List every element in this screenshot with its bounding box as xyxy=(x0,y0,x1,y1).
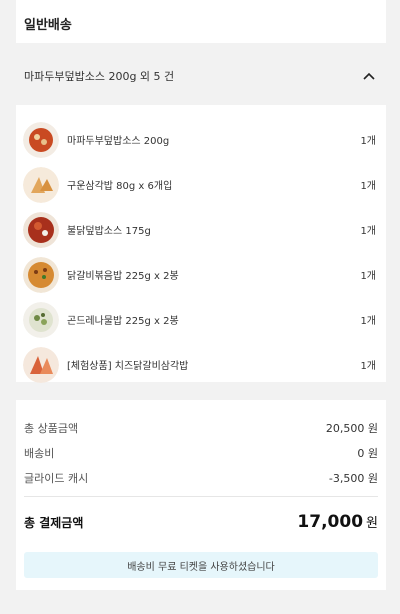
item-quantity: 1개 xyxy=(360,361,376,372)
item-name: 닭갈비볶음밥 225g x 2봉 xyxy=(67,271,179,282)
cash-discount-value: -3,500 원 xyxy=(328,472,378,485)
order-items-list: 마파두부덮밥소스 200g 1개 구운삼각밥 80g x 6개입 1개 불닭덮밥… xyxy=(16,105,386,383)
item-quantity: 1개 xyxy=(360,271,376,282)
product-thumbnail xyxy=(23,301,59,338)
item-quantity: 1개 xyxy=(360,226,376,237)
item-name: [체험상품] 치즈닭갈비삼각밥 xyxy=(67,361,189,372)
cash-discount-label: 글라이드 캐시 xyxy=(24,472,89,485)
product-total-row: 총 상품금액 20,500 원 xyxy=(24,420,378,436)
list-item: 마파두부덮밥소스 200g 1개 xyxy=(16,117,386,162)
grand-total-amount: 17,000 xyxy=(297,512,364,532)
divider xyxy=(24,496,378,497)
section-title: 일반배송 xyxy=(24,18,72,33)
payment-summary: 총 상품금액 20,500 원 배송비 0 원 글라이드 캐시 -3,500 원… xyxy=(16,400,386,590)
list-item: 구운삼각밥 80g x 6개입 1개 xyxy=(16,162,386,207)
order-summary-text: 마파두부덮밥소스 200g 외 5 건 xyxy=(24,70,175,83)
cash-discount-row: 글라이드 캐시 -3,500 원 xyxy=(24,470,378,486)
product-total-label: 총 상품금액 xyxy=(24,422,79,435)
item-name: 불닭덮밥소스 175g xyxy=(67,226,151,237)
grand-total-label: 총 결제금액 xyxy=(24,516,84,530)
order-summary-toggle[interactable]: 마파두부덮밥소스 200g 외 5 건 xyxy=(0,58,400,94)
item-name: 곤드레나물밥 225g x 2봉 xyxy=(67,316,179,327)
list-item: 불닭덮밥소스 175g 1개 xyxy=(16,207,386,252)
item-quantity: 1개 xyxy=(360,136,376,147)
grand-total-unit: 원 xyxy=(366,516,378,531)
item-quantity: 1개 xyxy=(360,181,376,192)
list-item: 닭갈비볶음밥 225g x 2봉 1개 xyxy=(16,252,386,297)
shipping-fee-label: 배송비 xyxy=(24,447,55,460)
shipping-fee-value: 0 원 xyxy=(357,447,378,460)
product-thumbnail xyxy=(23,121,59,158)
item-name: 마파두부덮밥소스 200g xyxy=(67,136,170,147)
section-header-card: 일반배송 xyxy=(16,0,386,43)
product-thumbnail xyxy=(23,211,59,248)
item-quantity: 1개 xyxy=(360,316,376,327)
list-item: [체험상품] 치즈닭갈비삼각밥 1개 xyxy=(16,342,386,387)
item-name: 구운삼각밥 80g x 6개입 xyxy=(67,181,173,192)
free-shipping-notice: 배송비 무료 티켓을 사용하셨습니다 xyxy=(24,552,378,578)
product-total-value: 20,500 원 xyxy=(325,422,378,435)
chevron-up-icon[interactable] xyxy=(362,69,376,83)
grand-total-row: 총 결제금액 17,000 원 xyxy=(24,512,378,532)
product-thumbnail xyxy=(23,256,59,293)
product-thumbnail xyxy=(23,166,59,203)
list-item: 곤드레나물밥 225g x 2봉 1개 xyxy=(16,297,386,342)
shipping-fee-row: 배송비 0 원 xyxy=(24,445,378,461)
product-thumbnail xyxy=(23,346,59,383)
